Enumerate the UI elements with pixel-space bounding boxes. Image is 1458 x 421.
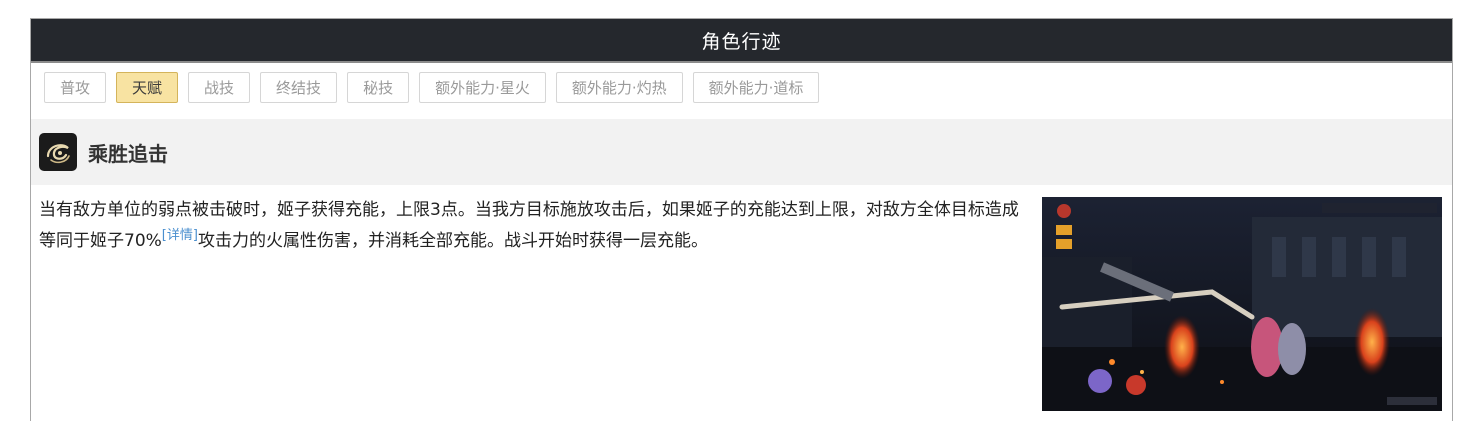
skill-name: 乘胜追击 — [88, 141, 168, 166]
skill-header: 乘胜追击 — [31, 119, 1452, 185]
skill-tabs: 普攻 天赋 战技 终结技 秘技 额外能力·星火 额外能力·灼热 额外能力·道标 — [31, 63, 1452, 119]
detail-link[interactable]: [详情] — [162, 228, 198, 243]
skill-description: 当有敌方单位的弱点被击破时，姬子获得充能，上限3点。当我方目标施放攻击后，如果姬… — [39, 198, 1029, 254]
character-traces-panel: 角色行迹 普攻 天赋 战技 终结技 秘技 额外能力·星火 额外能力·灼热 额外能… — [30, 18, 1453, 421]
talent-swirl-icon — [39, 133, 77, 171]
tab-technique[interactable]: 秘技 — [347, 72, 410, 103]
tab-bonus-scorch[interactable]: 额外能力·灼热 — [555, 72, 683, 103]
skill-body: 当有敌方单位的弱点被击破时，姬子获得充能，上限3点。当我方目标施放攻击后，如果姬… — [31, 185, 1452, 421]
tab-talent[interactable]: 天赋 — [116, 72, 179, 103]
panel-title: 角色行迹 — [701, 30, 782, 53]
tab-bonus-starfire[interactable]: 额外能力·星火 — [419, 72, 546, 103]
tab-skill[interactable]: 战技 — [188, 72, 251, 103]
panel-header: 角色行迹 — [31, 19, 1452, 63]
description-part2: 攻击力的火属性伤害，并消耗全部充能。战斗开始时获得一层充能。 — [197, 231, 708, 251]
tab-basic-attack[interactable]: 普攻 — [44, 72, 107, 103]
skill-preview-image — [1042, 197, 1442, 411]
tab-ultimate[interactable]: 终结技 — [260, 72, 338, 103]
tab-bonus-beacon[interactable]: 额外能力·道标 — [692, 72, 820, 103]
